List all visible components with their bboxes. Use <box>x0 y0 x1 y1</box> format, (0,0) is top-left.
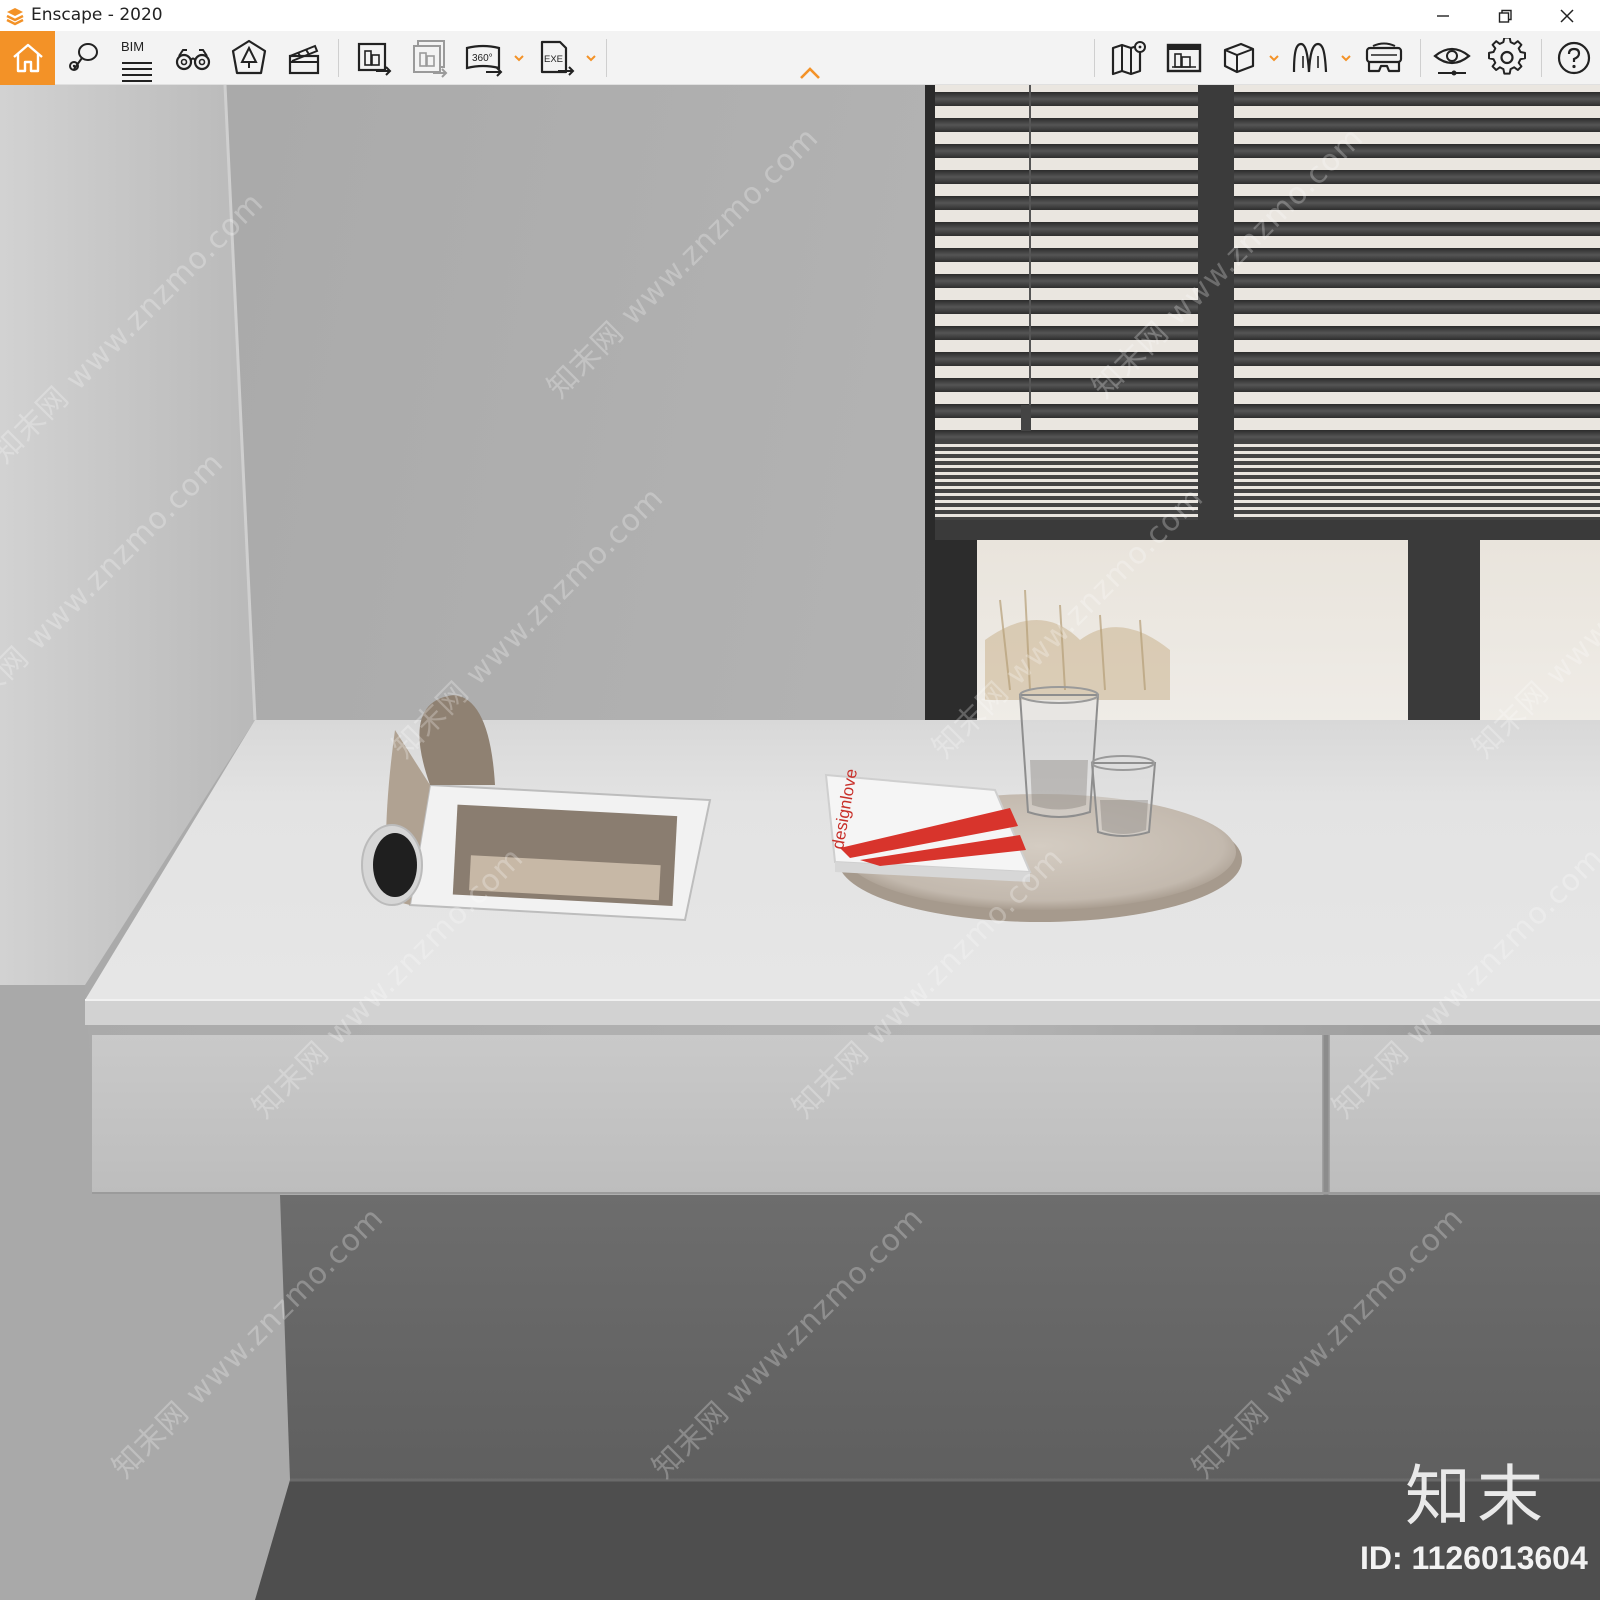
panorama-label: 360° <box>472 53 493 64</box>
panorama-button[interactable]: 360° <box>461 31 507 85</box>
binoculars-icon <box>175 49 211 71</box>
home-icon <box>12 43 43 73</box>
blind-slat <box>935 404 1600 418</box>
window-blinds <box>935 85 1600 540</box>
blind-slat <box>935 378 1600 392</box>
vr-headset-icon <box>1365 42 1403 73</box>
help-button[interactable] <box>1550 31 1598 85</box>
blind-slat <box>935 503 1600 507</box>
toolbar-separator <box>338 39 339 77</box>
visual-settings-eye-icon <box>1433 47 1471 76</box>
views-pin-icon <box>69 43 98 71</box>
cube-view-icon <box>1223 42 1255 74</box>
render-image-icon <box>357 42 392 76</box>
blind-slat <box>935 352 1600 366</box>
blind-slat <box>935 118 1600 132</box>
render-viewport[interactable]: designlove 知末网 www.znzmo.com 知末网 www.znz… <box>0 85 1600 1600</box>
atmosphere-button[interactable] <box>226 31 272 85</box>
enscape-logo-icon <box>6 8 24 26</box>
help-icon <box>1557 41 1591 75</box>
binoculars-button[interactable] <box>170 31 216 85</box>
blind-slat <box>935 496 1600 500</box>
home-button[interactable] <box>0 31 55 85</box>
blind-slat <box>935 144 1600 158</box>
chevron-down-icon[interactable] <box>513 53 525 63</box>
settings-gear-icon <box>1488 38 1526 75</box>
toolbar-separator <box>1420 39 1421 77</box>
blind-slat <box>935 170 1600 184</box>
chevron-down-icon[interactable] <box>585 53 597 63</box>
asset-library-button[interactable] <box>1160 31 1208 85</box>
vr-headset-button[interactable] <box>1360 31 1408 85</box>
brand-logo-text: 知末 <box>1405 1458 1549 1535</box>
chevron-down-icon[interactable] <box>1340 53 1352 63</box>
bim-button[interactable]: BIM <box>114 31 158 85</box>
light-view-icon <box>1292 42 1328 73</box>
blind-slat <box>935 447 1600 451</box>
blind-slat <box>935 454 1600 458</box>
batch-render-icon <box>413 40 448 78</box>
export-exe-icon: EXE <box>540 40 575 76</box>
toolbar-separator <box>1094 39 1095 77</box>
blind-slat <box>935 248 1600 262</box>
video-editor-button[interactable] <box>281 31 327 85</box>
bim-label: BIM <box>121 39 145 54</box>
video-editor-clapper-icon <box>288 44 320 75</box>
toolbar-separator <box>606 39 607 77</box>
views-button[interactable] <box>62 31 104 85</box>
chevron-up-icon[interactable] <box>798 66 822 80</box>
window-title: Enscape - 2020 <box>31 5 163 25</box>
cube-view-button[interactable] <box>1216 31 1262 85</box>
light-view-button[interactable] <box>1287 31 1333 85</box>
blind-slat <box>935 326 1600 340</box>
map-icon <box>1111 41 1146 76</box>
blind-slat <box>935 510 1600 514</box>
map-button[interactable] <box>1105 31 1153 85</box>
blind-slat <box>935 461 1600 465</box>
restore-icon <box>1498 9 1512 23</box>
settings-button[interactable] <box>1483 31 1531 85</box>
toolbar-separator <box>1541 39 1542 77</box>
panorama-360-icon: 360° <box>465 44 503 77</box>
export-exe-label: EXE <box>544 54 563 65</box>
blind-slat <box>935 92 1600 106</box>
close-button[interactable] <box>1536 0 1598 31</box>
restore-button[interactable] <box>1474 0 1536 31</box>
blind-slat <box>935 482 1600 486</box>
blind-slat <box>935 300 1600 314</box>
atmosphere-tree-icon <box>231 39 267 75</box>
asset-library-icon <box>1166 43 1202 73</box>
title-bar: Enscape - 2020 <box>0 0 1600 31</box>
blind-slat <box>935 440 1600 444</box>
minimize-icon <box>1437 14 1449 17</box>
visual-settings-button[interactable] <box>1428 31 1476 85</box>
close-icon <box>1560 8 1574 23</box>
minimize-button[interactable] <box>1412 0 1474 31</box>
blind-slat <box>935 274 1600 288</box>
image-id-label: ID: 1126013604 <box>1360 1540 1588 1576</box>
blind-slat <box>935 475 1600 479</box>
blind-slat <box>935 489 1600 493</box>
blind-slat <box>935 468 1600 472</box>
render-image-button[interactable] <box>351 31 397 85</box>
export-exe-button[interactable]: EXE <box>533 31 579 85</box>
chevron-down-icon[interactable] <box>1268 53 1280 63</box>
batch-render-button[interactable] <box>406 31 452 85</box>
